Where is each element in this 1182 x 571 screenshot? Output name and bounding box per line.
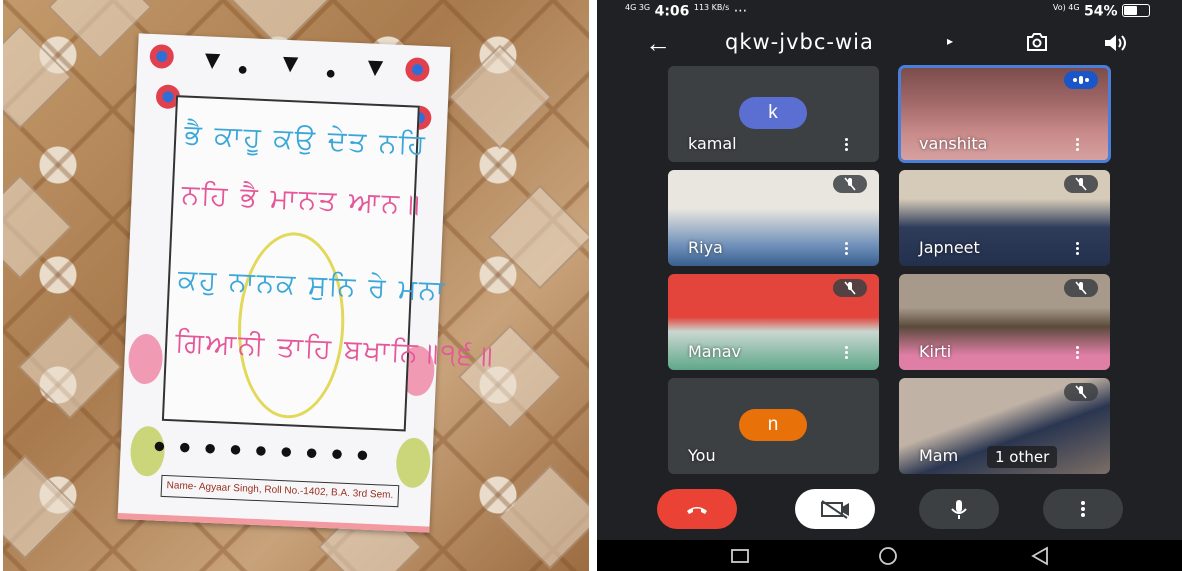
poster-line-2: ਨਹਿ ਭੈ ਮਾਨਤ ਆਨ॥: [181, 177, 423, 221]
more-vert-icon[interactable]: [1074, 346, 1080, 362]
participant-tile-vanshita[interactable]: vanshita: [898, 65, 1111, 163]
participant-tile-manav[interactable]: Manav: [668, 274, 879, 370]
more-options-button[interactable]: [1043, 489, 1123, 529]
android-navigation-bar: [597, 540, 1182, 571]
meeting-code[interactable]: qkw-jvbc-wia: [725, 30, 874, 54]
switch-camera-icon[interactable]: [1025, 32, 1049, 52]
camera-toggle-button[interactable]: [795, 489, 875, 529]
clock: 4:06: [654, 3, 690, 20]
mic-off-icon: [1064, 279, 1098, 297]
end-call-button[interactable]: [657, 489, 737, 529]
videocam-off-icon: [821, 500, 849, 519]
network-type: Vo) 4G: [1052, 3, 1080, 12]
mic-off-icon: [1064, 175, 1098, 193]
participant-name: Manav: [688, 342, 742, 361]
butterfly-decoration: [395, 437, 432, 489]
more-vert-icon[interactable]: [1074, 138, 1080, 154]
participant-tile-kirti[interactable]: Kirti: [899, 274, 1110, 370]
ik-onkar-outline: [234, 230, 349, 421]
student-name-strip: Name- Agyaar Singh, Roll No.-1402, B.A. …: [160, 474, 400, 508]
status-right: Vo) 4G 54%: [1053, 3, 1150, 20]
more-vert-icon[interactable]: [843, 242, 849, 258]
participant-name: vanshita: [919, 134, 988, 153]
participant-name: kamal: [688, 134, 737, 153]
speaker-icon[interactable]: [1103, 32, 1127, 54]
poster-line-3: ਕਹੁ ਨਾਨਕ ਸੁਨਿ ਰੇ ਮਨਾ: [177, 262, 447, 308]
participant-tile-japneet[interactable]: Japneet: [899, 170, 1110, 266]
dot-row-decoration: ● ● ● ● ● ● ● ● ●: [152, 432, 373, 467]
poster-photo: ▼ ● ▼ ● ▼ ਭੈ ਕਾਹੂ ਕਉ ਦੇਤ ਨਹਿ ਨਹਿ ਭੈ ਮਾਨਤ…: [3, 0, 589, 571]
mic-off-icon: [1064, 383, 1098, 401]
bat-cutout: ●: [236, 58, 249, 80]
status-bar: 4G 3G 4:06 113 KB/s ··· Vo) 4G 54%: [597, 0, 1182, 24]
recents-square-icon[interactable]: [730, 548, 750, 564]
participant-tile-you[interactable]: n You: [668, 378, 879, 474]
participant-tile-mam[interactable]: Mam 1 other: [899, 378, 1110, 474]
mic-off-icon: [833, 279, 867, 297]
other-participants-chip[interactable]: 1 other: [987, 446, 1058, 468]
speaking-indicator-icon: [1064, 71, 1098, 89]
battery-icon: [1122, 3, 1150, 17]
participant-name: You: [688, 446, 716, 465]
microphone-button[interactable]: [919, 489, 999, 529]
avatar: n: [739, 409, 807, 441]
poster: ▼ ● ▼ ● ▼ ਭੈ ਕਾਹੂ ਕਉ ਦੇਤ ਨਹਿ ਨਹਿ ਭੈ ਮਾਨਤ…: [117, 33, 496, 533]
notification-dots: ···: [733, 3, 748, 20]
more-vert-icon[interactable]: [1074, 242, 1080, 258]
mic-off-icon: [833, 175, 867, 193]
more-vert-icon[interactable]: [843, 138, 849, 154]
net-speed: 113 KB/s: [693, 3, 730, 12]
mic-icon: [951, 500, 967, 519]
back-triangle-icon[interactable]: [1029, 546, 1051, 566]
bat-cutout: ▼: [361, 51, 389, 83]
participant-name: Riya: [688, 238, 723, 257]
call-controls: [597, 487, 1182, 535]
status-left: 4G 3G 4:06 113 KB/s ···: [625, 3, 747, 20]
poster-text-frame: ਭੈ ਕਾਹੂ ਕਉ ਦੇਤ ਨਹਿ ਨਹਿ ਭੈ ਮਾਨਤ ਆਨ॥ ਕਹੁ ਨ…: [161, 95, 496, 432]
more-vert-icon[interactable]: [843, 346, 849, 362]
home-circle-icon[interactable]: [877, 546, 899, 566]
participant-tile-riya[interactable]: Riya: [668, 170, 879, 266]
bat-cutout: ▼: [199, 44, 227, 76]
butterfly-decoration: [127, 333, 164, 385]
bat-cutout: ▼: [276, 47, 304, 79]
back-arrow-icon[interactable]: ←: [641, 28, 675, 60]
participant-name: Japneet: [919, 238, 980, 257]
app-bar: ← qkw-jvbc-wia ▸: [597, 26, 1182, 62]
participant-tile-kamal[interactable]: k kamal: [668, 66, 879, 162]
poster-line-4: ਗਿਆਨੀ ਤਾਹਿ ਬਖਾਨਿ॥੧੬॥: [174, 325, 496, 373]
caret-right-icon[interactable]: ▸: [947, 34, 953, 48]
bat-cutout: ●: [324, 62, 337, 84]
flower-decoration: [404, 57, 430, 83]
participant-name: Kirti: [919, 342, 952, 361]
flower-decoration: [149, 43, 175, 69]
avatar: k: [739, 97, 807, 129]
more-vert-icon: [1081, 501, 1085, 517]
poster-line-1: ਭੈ ਕਾਹੂ ਕਉ ਦੇਤ ਨਹਿ: [183, 117, 428, 162]
signal-indicator: 4G 3G: [625, 3, 651, 12]
battery-percent: 54%: [1084, 3, 1118, 20]
participant-name: Mam: [919, 446, 959, 465]
meet-screen: 4G 3G 4:06 113 KB/s ··· Vo) 4G 54% ← qkw…: [597, 0, 1182, 571]
end-call-icon: [687, 507, 707, 514]
